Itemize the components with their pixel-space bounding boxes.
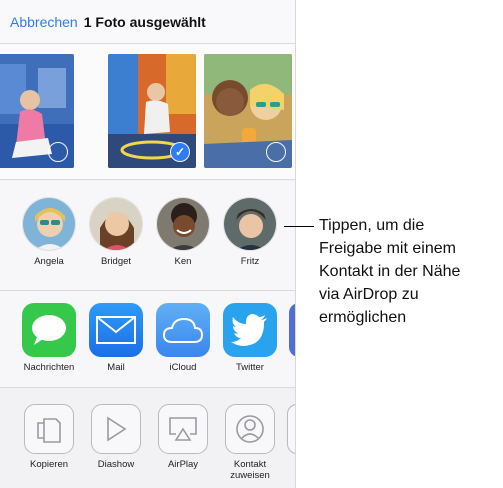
contact-name: Bridget bbox=[100, 256, 132, 267]
cancel-button[interactable]: Abbrechen bbox=[10, 14, 78, 30]
action-icon-frame bbox=[24, 404, 74, 454]
share-app-messages[interactable]: Nachrichten bbox=[14, 303, 84, 373]
contact-name: Ken bbox=[174, 256, 192, 267]
play-icon bbox=[107, 416, 127, 442]
callout-line bbox=[284, 226, 314, 227]
airdrop-contact[interactable]: Ken bbox=[148, 197, 218, 267]
app-icon bbox=[223, 303, 277, 357]
action-label: Diashow bbox=[97, 459, 135, 470]
copy-icon bbox=[37, 418, 61, 443]
action-icon-frame bbox=[158, 404, 208, 454]
share-app-mail[interactable]: Mail bbox=[81, 303, 151, 373]
action-icon-frame bbox=[225, 404, 275, 454]
more-app-icon[interactable] bbox=[289, 303, 295, 357]
photo-strip[interactable]: ✓ bbox=[0, 44, 295, 180]
envelope-icon bbox=[96, 316, 136, 344]
action-slideshow[interactable]: Diashow bbox=[81, 404, 151, 470]
action-copy[interactable]: Kopieren bbox=[14, 404, 84, 470]
airdrop-contact[interactable]: Bridget bbox=[81, 197, 151, 267]
callout-line-5: ermöglichen bbox=[319, 309, 407, 326]
app-label: Mail bbox=[107, 362, 125, 373]
app-icon bbox=[156, 303, 210, 357]
action-airplay[interactable]: AirPlay bbox=[148, 404, 218, 470]
airplay-icon bbox=[169, 417, 197, 441]
app-icon bbox=[22, 303, 76, 357]
app-icon bbox=[89, 303, 143, 357]
callout-line-3: Kontakt in der Nähe bbox=[319, 263, 461, 280]
app-label: Twitter bbox=[236, 362, 264, 373]
callout-line-2: Freigabe mit einem bbox=[319, 240, 456, 257]
airdrop-callout: Tippen, um die Freigabe mit einem Kontak… bbox=[319, 214, 503, 329]
actions-row: Kopieren Diashow AirPlay Kontakt zuweise… bbox=[0, 388, 295, 488]
contact-name: Angela bbox=[34, 256, 64, 267]
share-app-icloud[interactable]: iCloud bbox=[148, 303, 218, 373]
apps-row: Nachrichten Mail iCloud Twitter bbox=[0, 291, 295, 388]
airdrop-row: Angela Bridget Ken Fritz bbox=[0, 181, 295, 291]
callout-line-1: Tippen, um die bbox=[319, 217, 425, 234]
photo-thumbnail[interactable]: ✓ bbox=[108, 54, 196, 168]
bird-icon bbox=[231, 314, 267, 346]
avatar bbox=[89, 197, 143, 251]
airdrop-contact[interactable]: Angela bbox=[14, 197, 84, 267]
share-sheet: Abbrechen 1 Foto ausgewählt ✓ Angela Bri… bbox=[0, 0, 296, 488]
action-assign-contact[interactable]: Kontakt zuweisen bbox=[215, 404, 285, 481]
photo-thumbnail[interactable] bbox=[204, 54, 292, 168]
selection-title: 1 Foto ausgewählt bbox=[83, 13, 206, 30]
avatar bbox=[156, 197, 210, 251]
action-label: Kopieren bbox=[29, 459, 69, 470]
share-header: Abbrechen 1 Foto ausgewählt bbox=[0, 0, 295, 44]
avatar bbox=[22, 197, 76, 251]
more-action-icon[interactable] bbox=[287, 404, 295, 454]
share-app-twitter[interactable]: Twitter bbox=[215, 303, 285, 373]
action-label: Kontakt zuweisen bbox=[230, 459, 270, 481]
person-icon bbox=[236, 415, 264, 443]
checkmark-icon: ✓ bbox=[170, 142, 190, 162]
select-circle-icon bbox=[266, 142, 286, 162]
cloud-icon bbox=[162, 317, 204, 343]
avatar bbox=[223, 197, 277, 251]
contact-name: Fritz bbox=[240, 256, 260, 267]
callout-line-4: via AirDrop zu bbox=[319, 286, 419, 303]
photo-thumbnail[interactable] bbox=[0, 54, 74, 168]
app-label: Nachrichten bbox=[23, 362, 75, 373]
app-label: iCloud bbox=[169, 362, 197, 373]
select-circle-icon bbox=[48, 142, 68, 162]
speech-bubble-icon bbox=[32, 315, 66, 345]
airdrop-contact[interactable]: Fritz bbox=[215, 197, 285, 267]
action-icon-frame bbox=[91, 404, 141, 454]
action-label: AirPlay bbox=[167, 459, 199, 470]
